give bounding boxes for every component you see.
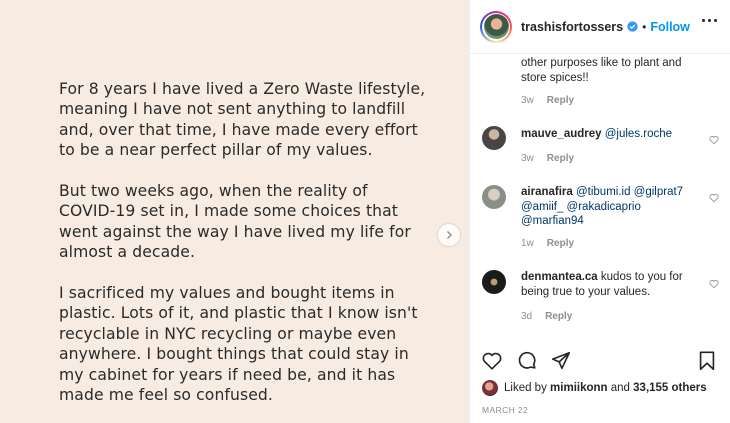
heart-icon[interactable] — [709, 279, 719, 289]
likes-prefix: Liked by — [504, 382, 547, 394]
post-paragraph-2: But two weeks ago, when the reality of C… — [59, 182, 411, 262]
comment-time[interactable]: 3d — [521, 311, 532, 322]
likes-summary: Liked by mimiikonn and 33,155 others — [482, 380, 707, 396]
post-image[interactable]: For 8 years I have lived a Zero Waste li… — [0, 0, 469, 423]
likes-count-link[interactable]: 33,155 others — [633, 382, 707, 394]
commenter-avatar[interactable] — [482, 126, 506, 150]
more-options-icon[interactable] — [702, 19, 717, 22]
heart-icon[interactable] — [481, 350, 503, 372]
comment-mention[interactable]: @jules.roche — [605, 128, 672, 140]
post-image-text: For 8 years I have lived a Zero Waste li… — [59, 79, 459, 423]
commenter-username[interactable]: airanafira — [521, 186, 573, 198]
post-paragraph-1: For 8 years I have lived a Zero Waste li… — [59, 80, 426, 160]
comment-text-line: kudos to you for — [600, 271, 683, 283]
heart-icon[interactable] — [709, 193, 719, 203]
comment-mention[interactable]: @marfian94 — [521, 214, 711, 229]
liker-avatar[interactable] — [482, 380, 498, 396]
commenter-username[interactable]: mauve_audrey — [521, 128, 602, 140]
commenter-avatar[interactable] — [482, 185, 506, 209]
post-paragraph-3: I sacrificed my values and bought items … — [59, 284, 418, 405]
comment-mention[interactable]: @amiif_ @rakadicaprio — [521, 200, 711, 215]
author-avatar[interactable] — [480, 10, 512, 43]
reply-button[interactable]: Reply — [547, 238, 574, 249]
post-date[interactable]: MARCH 22 — [482, 405, 528, 415]
liker-username[interactable]: mimiikonn — [550, 382, 608, 394]
post-header: trashisfortossers • Follow — [470, 0, 730, 54]
next-slide-button[interactable] — [438, 224, 460, 246]
verified-badge-icon — [627, 21, 638, 32]
comment-mention[interactable]: @tibumi.id @gilprat7 — [576, 186, 683, 198]
instagram-post: For 8 years I have lived a Zero Waste li… — [0, 0, 730, 423]
follow-button[interactable]: Follow — [650, 20, 690, 34]
separator-dot: • — [642, 19, 647, 34]
likes-conjunction: and — [610, 382, 630, 394]
bookmark-icon[interactable] — [696, 350, 718, 372]
chevron-right-icon — [447, 231, 452, 239]
comment-text-line: other purposes like to plant and — [521, 57, 682, 69]
comment-time[interactable]: 3w — [521, 153, 534, 164]
share-icon[interactable] — [550, 350, 572, 372]
comments-list[interactable]: other purposes like to plant and store s… — [470, 54, 730, 340]
comment-time[interactable]: 1w — [521, 238, 534, 249]
reply-button[interactable]: Reply — [545, 311, 572, 322]
reply-button[interactable]: Reply — [547, 153, 574, 164]
commenter-avatar[interactable] — [482, 270, 506, 294]
comment-time[interactable]: 3w — [521, 95, 534, 106]
comment-icon[interactable] — [516, 350, 538, 372]
action-bar — [470, 340, 730, 380]
author-username[interactable]: trashisfortossers — [521, 20, 623, 34]
commenter-username[interactable]: denmantea.ca — [521, 271, 598, 283]
comment-text-line: store spices!! — [521, 71, 589, 84]
post-sidebar: trashisfortossers • Follow other purpose… — [469, 0, 730, 423]
heart-icon[interactable] — [709, 135, 719, 145]
comment-text-line: being true to your values. — [521, 285, 651, 298]
reply-button[interactable]: Reply — [547, 95, 574, 106]
